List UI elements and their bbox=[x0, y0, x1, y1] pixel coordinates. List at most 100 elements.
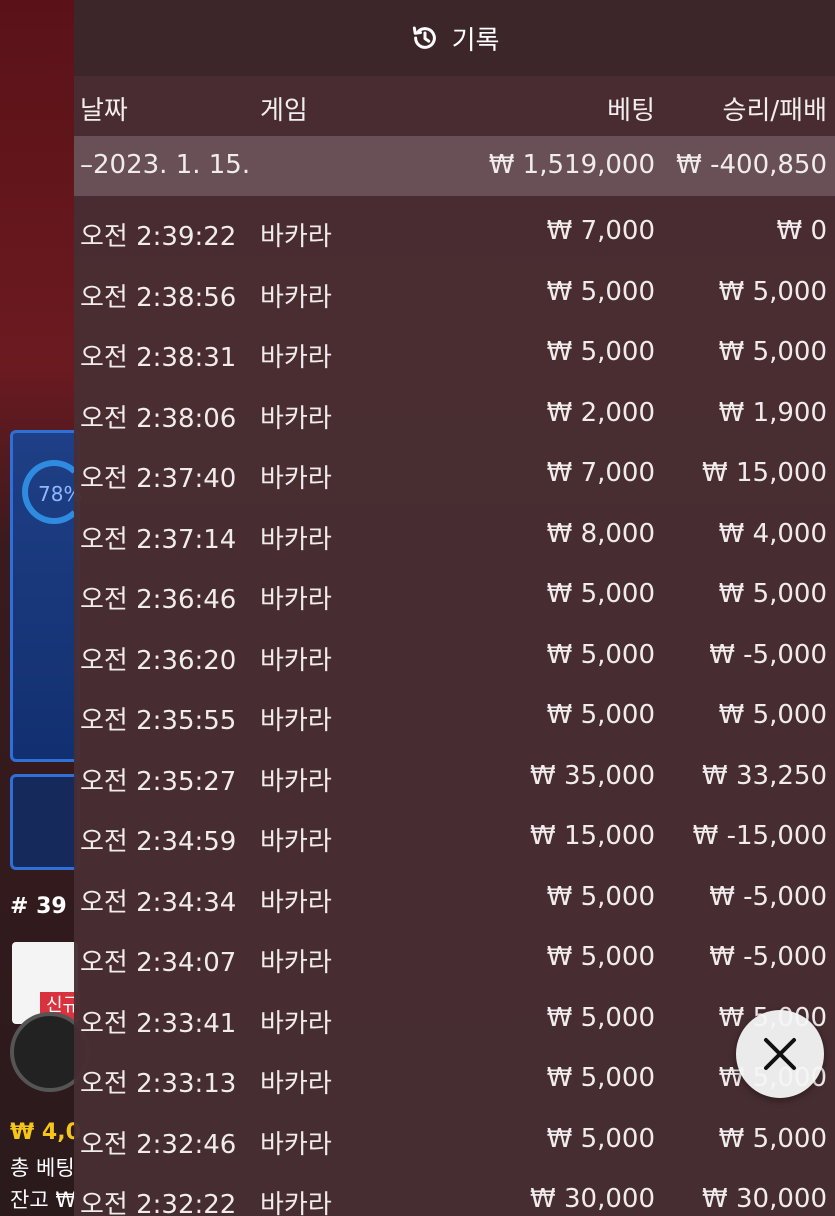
history-row[interactable]: 오전 2:34:07 바카라 ₩ 5,000 ₩ -5,000 bbox=[74, 928, 835, 988]
history-row[interactable]: 오전 2:35:55 바카라 ₩ 5,000 ₩ 5,000 bbox=[74, 686, 835, 746]
row-game: 바카라 bbox=[260, 403, 332, 434]
row-time: 오전 2:39:22 bbox=[80, 222, 237, 252]
column-date: 날짜 bbox=[80, 96, 128, 126]
row-game: 바카라 bbox=[260, 887, 332, 918]
row-bet: ₩ 35,000 bbox=[530, 760, 655, 791]
column-game: 게임 bbox=[260, 96, 308, 126]
column-headers: 날짜 게임 베팅 승리/패배 bbox=[74, 76, 835, 136]
row-bet: ₩ 5,000 bbox=[546, 881, 655, 912]
summary-win-loss: ₩ -400,850 bbox=[676, 150, 827, 180]
bet-amount: ₩ 4,0 bbox=[10, 1120, 81, 1145]
row-bet: ₩ 5,000 bbox=[546, 1123, 655, 1154]
row-bet: ₩ 5,000 bbox=[546, 700, 655, 730]
row-time: 오전 2:34:59 bbox=[80, 827, 237, 857]
row-game: 바카라 bbox=[260, 222, 332, 252]
total-bet-label: 총 베팅 bbox=[10, 1156, 75, 1180]
row-win-loss: ₩ 15,000 bbox=[702, 458, 827, 488]
row-time: 오전 2:32:46 bbox=[80, 1129, 237, 1160]
row-game: 바카라 bbox=[260, 766, 332, 797]
row-time: 오전 2:34:34 bbox=[80, 887, 237, 918]
row-win-loss: ₩ 5,000 bbox=[718, 276, 827, 307]
row-time: 오전 2:35:27 bbox=[80, 766, 237, 797]
row-time: 오전 2:38:56 bbox=[80, 282, 237, 313]
history-row[interactable]: 오전 2:34:59 바카라 ₩ 15,000 ₩ -15,000 bbox=[74, 807, 835, 867]
history-row[interactable]: 오전 2:37:40 바카라 ₩ 7,000 ₩ 15,000 bbox=[74, 444, 835, 504]
row-time: 오전 2:37:40 bbox=[80, 464, 237, 494]
history-row[interactable]: 오전 2:38:31 바카라 ₩ 5,000 ₩ 5,000 bbox=[74, 323, 835, 383]
row-win-loss: ₩ 33,250 bbox=[702, 760, 827, 791]
row-bet: ₩ 5,000 bbox=[546, 337, 655, 367]
row-win-loss: ₩ 4,000 bbox=[718, 518, 827, 549]
row-game: 바카라 bbox=[260, 645, 332, 676]
row-game: 바카라 bbox=[260, 948, 332, 978]
row-bet: ₩ 5,000 bbox=[546, 942, 655, 972]
row-time: 오전 2:38:06 bbox=[80, 403, 237, 434]
close-icon bbox=[764, 1038, 796, 1070]
history-row[interactable]: 오전 2:32:46 바카라 ₩ 5,000 ₩ 5,000 bbox=[74, 1110, 835, 1170]
history-row[interactable]: 오전 2:34:34 바카라 ₩ 5,000 ₩ -5,000 bbox=[74, 868, 835, 928]
side-bet-panel[interactable] bbox=[10, 774, 80, 870]
column-win-loss: 승리/패배 bbox=[722, 96, 827, 126]
row-win-loss: ₩ -15,000 bbox=[692, 821, 827, 851]
row-win-loss: ₩ -5,000 bbox=[709, 942, 827, 972]
round-number: # 39 bbox=[10, 894, 67, 919]
row-game: 바카라 bbox=[260, 282, 332, 313]
row-win-loss: ₩ 30,000 bbox=[702, 1184, 827, 1214]
row-time: 오전 2:38:31 bbox=[80, 343, 237, 373]
summary-bet: ₩ 1,519,000 bbox=[488, 150, 655, 180]
row-time: 오전 2:32:22 bbox=[80, 1190, 237, 1216]
history-row[interactable]: 오전 2:38:06 바카라 ₩ 2,000 ₩ 1,900 bbox=[74, 384, 835, 444]
row-time: 오전 2:33:13 bbox=[80, 1069, 237, 1099]
column-bet: 베팅 bbox=[607, 96, 655, 126]
row-win-loss: ₩ 5,000 bbox=[718, 579, 827, 609]
row-time: 오전 2:36:20 bbox=[80, 645, 237, 676]
row-time: 오전 2:33:41 bbox=[80, 1008, 237, 1039]
history-row[interactable]: 오전 2:37:14 바카라 ₩ 8,000 ₩ 4,000 bbox=[74, 505, 835, 565]
row-game: 바카라 bbox=[260, 827, 332, 857]
row-win-loss: ₩ 5,000 bbox=[718, 337, 827, 367]
row-bet: ₩ 5,000 bbox=[546, 1063, 655, 1093]
history-row[interactable]: 오전 2:33:13바카라₩ 5,000₩ 5,000 bbox=[74, 1049, 835, 1109]
history-panel: 기록 날짜 게임 베팅 승리/패배 –2023. 1. 15. ₩ 1,519,… bbox=[74, 0, 835, 1216]
row-game: 바카라 bbox=[260, 1008, 332, 1039]
row-bet: ₩ 7,000 bbox=[546, 216, 655, 246]
row-time: 오전 2:37:14 bbox=[80, 524, 237, 555]
page-title: 기록 bbox=[451, 25, 500, 56]
row-game: 바카라 bbox=[260, 524, 332, 555]
close-button[interactable] bbox=[736, 1010, 824, 1098]
row-time: 오전 2:34:07 bbox=[80, 948, 237, 978]
row-bet: ₩ 8,000 bbox=[546, 518, 655, 549]
row-game: 바카라 bbox=[260, 585, 332, 615]
row-game: 바카라 bbox=[260, 1129, 332, 1160]
row-bet: ₩ 5,000 bbox=[546, 1002, 655, 1033]
row-bet: ₩ 15,000 bbox=[530, 821, 655, 851]
row-bet: ₩ 5,000 bbox=[546, 276, 655, 307]
row-bet: ₩ 2,000 bbox=[546, 397, 655, 428]
row-time: 오전 2:36:46 bbox=[80, 585, 237, 615]
summary-date: –2023. 1. 15. bbox=[80, 150, 251, 180]
row-game: 바카라 bbox=[260, 1190, 332, 1216]
row-win-loss: ₩ 5,000 bbox=[718, 1123, 827, 1154]
row-game: 바카라 bbox=[260, 1069, 332, 1099]
row-time: 오전 2:35:55 bbox=[80, 706, 237, 736]
row-win-loss: ₩ 5,000 bbox=[718, 700, 827, 730]
history-row[interactable]: 오전 2:36:46 바카라 ₩ 5,000 ₩ 5,000 bbox=[74, 565, 835, 625]
row-game: 바카라 bbox=[260, 706, 332, 736]
row-win-loss: ₩ -5,000 bbox=[709, 639, 827, 670]
history-row[interactable]: 오전 2:33:41바카라₩ 5,000₩ 5,000 bbox=[74, 989, 835, 1049]
history-header: 기록 bbox=[74, 0, 835, 76]
row-win-loss: ₩ -5,000 bbox=[709, 881, 827, 912]
row-bet: ₩ 30,000 bbox=[530, 1184, 655, 1214]
history-row[interactable]: 오전 2:32:22 바카라 ₩ 30,000 ₩ 30,000 bbox=[74, 1170, 835, 1216]
history-row[interactable]: 오전 2:35:27 바카라 ₩ 35,000 ₩ 33,250 bbox=[74, 747, 835, 807]
balance-label: 잔고 ₩ bbox=[10, 1188, 77, 1212]
date-summary-row[interactable]: –2023. 1. 15. ₩ 1,519,000 ₩ -400,850 bbox=[74, 136, 835, 196]
history-icon bbox=[412, 26, 436, 49]
history-row[interactable]: 오전 2:36:20 바카라 ₩ 5,000 ₩ -5,000 bbox=[74, 626, 835, 686]
row-bet: ₩ 7,000 bbox=[546, 458, 655, 488]
row-game: 바카라 bbox=[260, 464, 332, 494]
row-win-loss: ₩ 0 bbox=[776, 216, 827, 246]
history-row[interactable]: 오전 2:39:22 바카라 ₩ 7,000 ₩ 0 bbox=[74, 202, 835, 262]
row-game: 바카라 bbox=[260, 343, 332, 373]
history-row[interactable]: 오전 2:38:56 바카라 ₩ 5,000 ₩ 5,000 bbox=[74, 263, 835, 323]
